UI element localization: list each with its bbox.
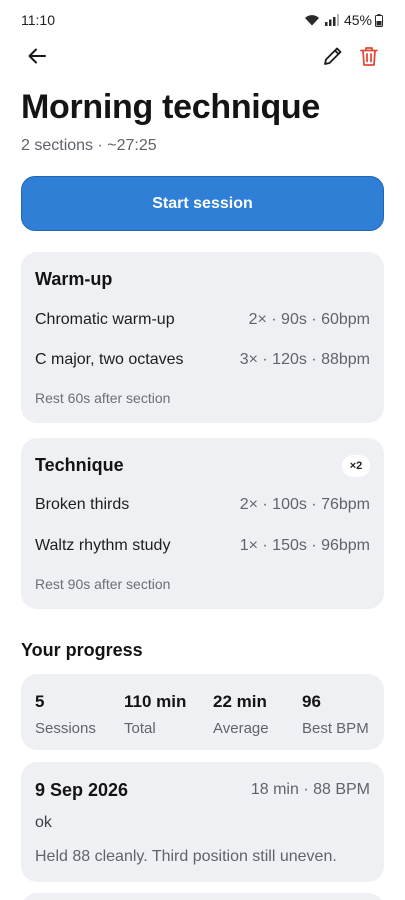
stat-best-bpm: 96 Best BPM: [302, 692, 369, 737]
stat-sessions: 5 Sessions: [35, 692, 96, 737]
section-title: Technique: [35, 455, 124, 475]
stat-value: 22 min: [213, 692, 267, 711]
session-date: 9 Sep 2026: [35, 780, 129, 800]
progress-heading: Your progress: [21, 640, 143, 660]
status-time: 11:10: [21, 12, 55, 28]
exercise-name: Broken thirds: [35, 496, 130, 513]
edit-button[interactable]: [317, 42, 349, 74]
battery-icon: [375, 13, 383, 27]
stat-label: Average: [213, 720, 269, 737]
session-log-entry-partial[interactable]: [21, 893, 384, 900]
exercise-name: Chromatic warm-up: [35, 311, 175, 328]
battery-percentage: 45%: [343, 12, 372, 28]
section-card-warm-up[interactable]: Warm-up Chromatic warm-up 2× · 90s · 60b…: [21, 252, 384, 423]
exercise-row[interactable]: Waltz rhythm study 1× · 150s · 96bpm: [35, 537, 370, 555]
exercise-name: C major, two octaves: [35, 351, 184, 368]
routine-summary: 2 sections · ~27:25: [21, 137, 157, 154]
back-arrow-icon: [27, 46, 47, 71]
session-note: ok: [35, 814, 52, 831]
progress-stats-card: 5 Sessions 110 min Total 22 min Average …: [21, 674, 384, 750]
stat-total: 110 min Total: [124, 692, 186, 737]
top-app-bar: [0, 40, 405, 76]
section-title: Warm-up: [35, 269, 113, 289]
stat-value: 110 min: [124, 692, 187, 711]
exercise-meta: 2× · 90s · 60bpm: [248, 311, 370, 328]
back-button[interactable]: [21, 42, 53, 74]
battery-indicator: 45%: [344, 12, 383, 28]
exercise-row[interactable]: C major, two octaves 3× · 120s · 88bpm: [35, 351, 370, 369]
stat-value: 5: [35, 692, 45, 711]
stat-average: 22 min Average: [213, 692, 269, 737]
exercise-row[interactable]: Chromatic warm-up 2× · 90s · 60bpm: [35, 311, 370, 329]
stat-label: Best BPM: [302, 720, 369, 737]
session-comment: Held 88 cleanly. Third position still un…: [35, 848, 337, 865]
stat-label: Sessions: [35, 720, 96, 737]
signal-icon: [324, 14, 339, 26]
wifi-icon: [304, 14, 320, 26]
stat-value: 96: [302, 692, 321, 711]
delete-button[interactable]: [353, 42, 385, 74]
status-indicators: 45%: [304, 12, 383, 28]
pencil-icon: [322, 45, 344, 72]
page-title: Morning technique: [21, 88, 320, 126]
exercise-meta: 2× · 100s · 76bpm: [239, 496, 370, 513]
exercise-meta: 3× · 120s · 88bpm: [239, 351, 370, 368]
trash-icon: [358, 45, 380, 72]
stat-label: Total: [124, 720, 156, 737]
session-meta: 18 min · 88 BPM: [250, 781, 370, 798]
status-bar: 11:10 45%: [0, 0, 405, 40]
rest-note: Rest 90s after section: [35, 576, 171, 592]
session-log-entry[interactable]: 9 Sep 2026 18 min · 88 BPM ok Held 88 cl…: [21, 762, 384, 882]
start-session-button[interactable]: Start session: [21, 176, 384, 231]
exercise-meta: 1× · 150s · 96bpm: [239, 537, 370, 554]
repeat-count-badge: ×2: [342, 455, 370, 477]
exercise-row[interactable]: Broken thirds 2× · 100s · 76bpm: [35, 496, 370, 514]
exercise-name: Waltz rhythm study: [35, 537, 171, 554]
section-card-technique[interactable]: Technique ×2 Broken thirds 2× · 100s · 7…: [21, 438, 384, 609]
rest-note: Rest 60s after section: [35, 390, 171, 406]
routine-detail-screen: 11:10 45% Morning technique 2 sections ·…: [0, 0, 405, 900]
